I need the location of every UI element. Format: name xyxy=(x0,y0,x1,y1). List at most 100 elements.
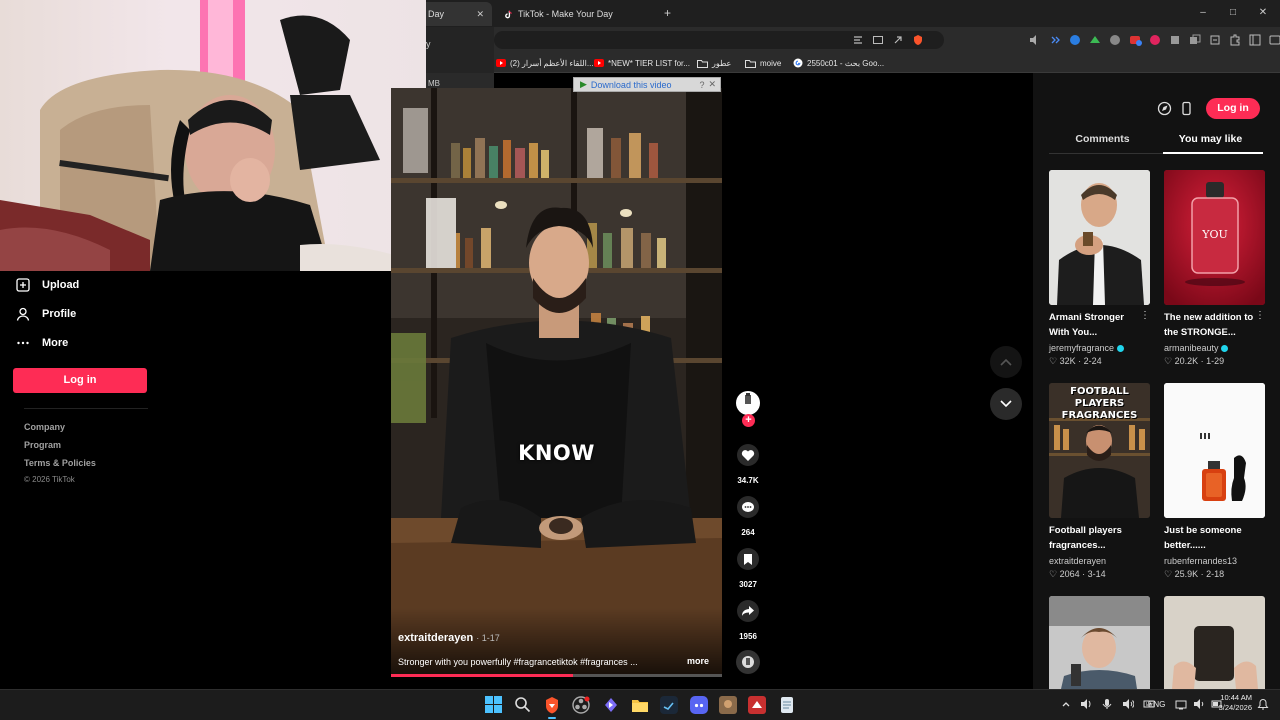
extension-icon-1[interactable] xyxy=(1168,33,1182,47)
sidebar-toggle-icon[interactable] xyxy=(1248,33,1262,47)
author-name[interactable]: extraitderayen xyxy=(398,632,473,644)
bookmark-item[interactable]: *NEW* TIER LIST for... xyxy=(594,55,690,71)
header-login-button[interactable]: Log in xyxy=(1206,98,1260,119)
speaker-icon[interactable] xyxy=(1080,698,1092,710)
extension-gray-icon[interactable] xyxy=(1108,33,1122,47)
bookmark-item[interactable]: (2) اللقاء الأعظم أسرار... xyxy=(496,55,594,71)
video-card-thumbnail[interactable]: FOOTBALL PLAYERS FRAGRANCES xyxy=(1049,383,1150,518)
caption-more-button[interactable]: more xyxy=(687,656,709,666)
taskbar-discord[interactable] xyxy=(690,696,708,714)
brave-shield-icon[interactable] xyxy=(912,34,924,46)
share-icon[interactable] xyxy=(892,34,904,46)
sidebar-item-profile[interactable]: Profile xyxy=(16,304,76,324)
taskbar-app-media[interactable] xyxy=(748,696,766,714)
tray-chevron-up-icon[interactable] xyxy=(1061,699,1071,709)
taskbar-file-explorer[interactable] xyxy=(631,696,649,714)
search-button[interactable] xyxy=(514,696,531,713)
video-progress-track[interactable] xyxy=(391,674,722,677)
puzzle-icon[interactable] xyxy=(1228,33,1242,47)
download-help-button[interactable]: ? xyxy=(699,80,704,90)
footer-link-terms[interactable]: Terms & Policies xyxy=(24,458,96,468)
share-button[interactable] xyxy=(737,600,759,622)
tab-you-may-like[interactable]: You may like xyxy=(1163,133,1258,145)
video-description[interactable]: Stronger with you powerfully #fragrancet… xyxy=(398,657,668,667)
card-author[interactable]: armanibeauty xyxy=(1164,343,1229,353)
maximize-button[interactable]: □ xyxy=(1226,6,1240,20)
taskbar-app-photo[interactable] xyxy=(719,696,737,714)
next-video-button[interactable] xyxy=(990,388,1022,420)
video-card-thumbnail[interactable] xyxy=(1049,170,1150,305)
notifications-button[interactable] xyxy=(1257,698,1269,710)
bookmark-item[interactable]: moive xyxy=(745,55,781,71)
follow-button[interactable]: + xyxy=(742,414,755,427)
taskbar-app-notepad[interactable] xyxy=(778,696,796,714)
minimize-button[interactable]: – xyxy=(1196,6,1210,20)
card-author[interactable]: extraitderayen xyxy=(1049,556,1106,566)
browser-tab-active[interactable]: Day ✕ xyxy=(420,2,492,26)
video-card-thumbnail[interactable] xyxy=(1049,596,1150,689)
sidebar-login-button[interactable]: Log in xyxy=(13,368,147,393)
volume-icon[interactable] xyxy=(1028,33,1042,47)
clock[interactable]: 10:44 AM 3/24/2026 xyxy=(1212,693,1252,713)
bookmark-item[interactable]: 2550c01 - بحث Goo... xyxy=(793,55,884,71)
save-button[interactable] xyxy=(737,548,759,570)
download-video-label[interactable]: Download this video xyxy=(591,80,672,90)
card-more-icon[interactable]: ⋮ xyxy=(1140,310,1150,321)
extension-blue-icon[interactable] xyxy=(1068,33,1082,47)
extension-pink-icon[interactable] xyxy=(1148,33,1162,47)
extension-icon-3[interactable] xyxy=(1208,33,1222,47)
tab-close-icon[interactable]: ✕ xyxy=(476,9,484,20)
taskbar-app-purple[interactable] xyxy=(602,696,620,714)
card-author[interactable]: jeremyfragrance xyxy=(1049,343,1124,353)
microphone-icon[interactable] xyxy=(1101,698,1113,710)
creator-avatar[interactable] xyxy=(736,391,760,415)
card-author-name[interactable]: rubenfernandes13 xyxy=(1164,556,1237,566)
video-author[interactable]: extraitderayen · 1-17 xyxy=(398,632,500,644)
sidebar-item-more[interactable]: More xyxy=(16,333,68,353)
taskbar-obs[interactable] xyxy=(572,696,590,714)
wallet-icon[interactable] xyxy=(1268,33,1280,47)
bookmark-item[interactable]: عطور xyxy=(697,55,731,71)
previous-video-button[interactable] xyxy=(990,346,1022,378)
theme-toggle-button[interactable] xyxy=(1157,101,1172,116)
verified-icon xyxy=(1221,345,1229,353)
card-title[interactable]: Armani Stronger With You... xyxy=(1049,310,1147,340)
card-author-name[interactable]: extraitderayen xyxy=(1049,556,1106,566)
card-title[interactable]: The new addition to the STRONGE... xyxy=(1164,310,1262,340)
music-disc[interactable] xyxy=(736,650,760,674)
taskbar-brave[interactable] xyxy=(543,696,561,714)
sidebar-item-upload[interactable]: Upload xyxy=(16,275,79,295)
language-indicator[interactable]: ENG xyxy=(1148,700,1165,709)
close-window-button[interactable]: ✕ xyxy=(1256,6,1270,20)
card-more-icon[interactable]: ⋮ xyxy=(1255,310,1265,321)
footer-link-company[interactable]: Company xyxy=(24,422,65,432)
browser-tab-tiktok[interactable]: TikTok - Make Your Day xyxy=(496,2,666,26)
audio-icon[interactable] xyxy=(1048,33,1062,47)
video-card-thumbnail[interactable] xyxy=(1164,383,1265,518)
taskbar-steam[interactable] xyxy=(660,696,678,714)
comment-button[interactable] xyxy=(737,496,759,518)
card-author[interactable]: rubenfernandes13 xyxy=(1164,556,1237,566)
card-title[interactable]: Football players fragrances... xyxy=(1049,523,1147,553)
new-tab-button[interactable]: + xyxy=(664,6,671,20)
start-button[interactable] xyxy=(485,696,502,713)
like-button[interactable] xyxy=(737,444,759,466)
extension-red-icon[interactable] xyxy=(1128,33,1142,47)
download-video-bar[interactable]: ▶ Download this video ? ✕ xyxy=(573,77,721,92)
card-author-name[interactable]: armanibeauty xyxy=(1164,343,1219,353)
volume-icon[interactable] xyxy=(1122,698,1134,710)
reader-mode-icon[interactable] xyxy=(852,34,864,46)
footer-link-program[interactable]: Program xyxy=(24,440,61,450)
video-card-thumbnail[interactable]: YOU xyxy=(1164,170,1265,305)
video-player[interactable]: KNOW extraitderayen · 1-17 Stronger with… xyxy=(391,88,722,676)
tab-comments[interactable]: Comments xyxy=(1049,133,1156,145)
network-icon xyxy=(1175,698,1187,710)
video-card-thumbnail[interactable] xyxy=(1164,596,1265,689)
screenshot-icon[interactable] xyxy=(872,34,884,46)
extension-green-icon[interactable] xyxy=(1088,33,1102,47)
download-close-button[interactable]: ✕ xyxy=(708,79,716,90)
card-title[interactable]: Just be someone better...... xyxy=(1164,523,1262,553)
card-author-name[interactable]: jeremyfragrance xyxy=(1049,343,1114,353)
extension-icon-2[interactable] xyxy=(1188,33,1202,47)
get-app-button[interactable] xyxy=(1179,101,1194,116)
